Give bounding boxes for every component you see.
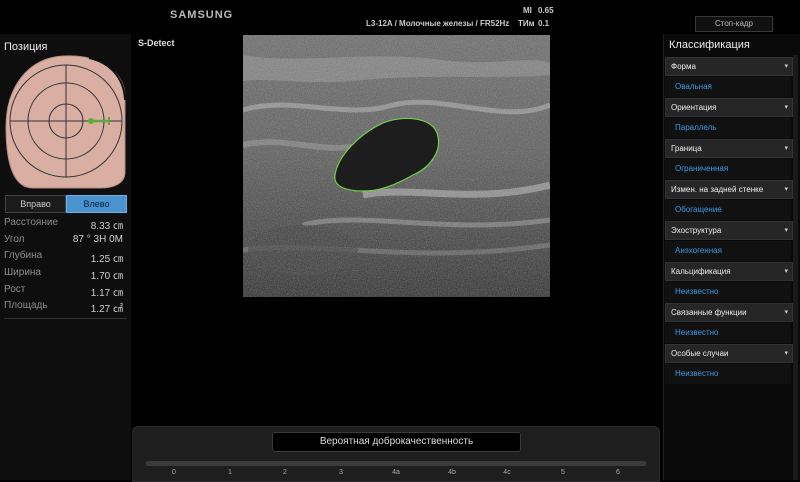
category-value: Неизвестно bbox=[665, 364, 791, 384]
mode-label: S-Detect bbox=[138, 38, 175, 48]
measurement-label: Ширина bbox=[4, 267, 41, 278]
scale-tick: 4a bbox=[392, 469, 400, 476]
category-value-text: Овальная bbox=[675, 82, 712, 91]
category-margin-dropdown[interactable]: Граница ▾ bbox=[665, 139, 793, 158]
category-calcification-dropdown[interactable]: Кальцификация ▾ bbox=[665, 262, 793, 281]
measurement-value: 1.25 ㎝ bbox=[90, 254, 123, 265]
category-value-text: Обогащение bbox=[675, 205, 722, 214]
measurement-angle: Угол 87 ° 3Н 0М bbox=[4, 234, 127, 251]
dropdown-arrow-icon: ▾ bbox=[784, 104, 788, 111]
category-associated-features-dropdown[interactable]: Связанные функции ▾ bbox=[665, 303, 793, 322]
top-bar bbox=[0, 0, 800, 34]
category-label: Эхоструктура bbox=[671, 226, 722, 235]
freeze-button[interactable]: Стоп-кадр bbox=[695, 16, 773, 32]
scale-tick: 2 bbox=[283, 469, 287, 476]
scale-tick: 5 bbox=[561, 469, 565, 476]
scale-tick: 4c bbox=[503, 469, 511, 476]
category-label: Граница bbox=[671, 144, 702, 153]
measurement-value: 8.33 ㎝ bbox=[90, 221, 123, 232]
category-value: Неизвестно bbox=[665, 282, 791, 302]
measurement-distance: Расстояние 8.33 ㎝ bbox=[4, 217, 127, 234]
measurement-value: 1.70 ㎝ bbox=[90, 271, 123, 282]
dropdown-arrow-icon: ▾ bbox=[784, 350, 788, 357]
scale-tick: 6 bbox=[616, 469, 620, 476]
category-orientation-dropdown[interactable]: Ориентация ▾ bbox=[665, 98, 793, 117]
dropdown-arrow-icon: ▾ bbox=[784, 268, 788, 275]
scale-tick: 4b bbox=[448, 469, 456, 476]
category-special-cases-dropdown[interactable]: Особые случаи ▾ bbox=[665, 344, 793, 363]
scale-tick: 1 bbox=[228, 469, 232, 476]
right-side-button[interactable]: Вправо bbox=[5, 195, 66, 213]
category-label: Кальцификация bbox=[671, 267, 731, 276]
dropdown-arrow-icon: ▾ bbox=[784, 63, 788, 70]
probe-info: L3-12A / Молочные железы / FR52Hz bbox=[366, 19, 510, 28]
scale-tick: 0 bbox=[172, 469, 176, 476]
category-label: Измен. на задней стенке bbox=[671, 185, 764, 194]
measurement-value: 1.27 ㎠ bbox=[90, 304, 123, 315]
category-shape-dropdown[interactable]: Форма ▾ bbox=[665, 57, 793, 76]
dropdown-arrow-icon: ▾ bbox=[784, 309, 788, 316]
category-value: Обогащение bbox=[665, 200, 791, 220]
scale-tick: 3 bbox=[339, 469, 343, 476]
category-echo-pattern-dropdown[interactable]: Эхоструктура ▾ bbox=[665, 221, 793, 240]
measurement-label: Площадь bbox=[4, 300, 48, 311]
divider bbox=[4, 318, 127, 319]
category-value-text: Неизвестно bbox=[675, 369, 719, 378]
classification-title: Классификация bbox=[669, 39, 750, 51]
category-value-text: Анэхогенная bbox=[675, 246, 722, 255]
category-label: Связанные функции bbox=[671, 308, 747, 317]
category-value-text: Параллель bbox=[675, 123, 717, 132]
left-side-button[interactable]: Влево bbox=[66, 195, 127, 213]
dropdown-arrow-icon: ▾ bbox=[784, 227, 788, 234]
measurement-label: Глубина bbox=[4, 250, 43, 261]
measurement-height: Рост 1.17 ㎝ bbox=[4, 284, 127, 301]
tim-label: TИм bbox=[518, 19, 535, 28]
result-label: Вероятная доброкачественность bbox=[272, 432, 521, 452]
dropdown-arrow-icon: ▾ bbox=[784, 186, 788, 193]
category-value: Неизвестно bbox=[665, 323, 791, 343]
mi-label: MI bbox=[523, 6, 532, 15]
category-value: Анэхогенная bbox=[665, 241, 791, 261]
measurement-label: Рост bbox=[4, 284, 26, 295]
category-value-text: Неизвестно bbox=[675, 287, 719, 296]
measurement-value: 1.17 ㎝ bbox=[90, 288, 123, 299]
measurement-label: Расстояние bbox=[4, 217, 59, 228]
category-value-text: Неизвестно bbox=[675, 328, 719, 337]
tim-value: 0.1 bbox=[538, 19, 550, 28]
category-value: Овальная bbox=[665, 77, 791, 97]
mi-value: 0.65 bbox=[538, 6, 554, 15]
category-value-text: Ограниченная bbox=[675, 164, 729, 173]
dropdown-arrow-icon: ▾ bbox=[784, 145, 788, 152]
category-label: Ориентация bbox=[671, 103, 717, 112]
category-value: Ограниченная bbox=[665, 159, 791, 179]
brand-logo: SAMSUNG bbox=[170, 9, 234, 21]
measurement-width: Ширина 1.70 ㎝ bbox=[4, 267, 127, 284]
measurement-depth: Глубина 1.25 ㎝ bbox=[4, 250, 127, 267]
measurement-area: Площадь 1.27 ㎠ bbox=[4, 300, 127, 317]
measurement-label: Угол bbox=[4, 234, 25, 245]
measurement-value: 87 ° 3Н 0М bbox=[72, 234, 123, 245]
ultrasound-image[interactable] bbox=[243, 35, 550, 297]
panel-scrollbar[interactable] bbox=[793, 55, 798, 480]
category-posterior-dropdown[interactable]: Измен. на задней стенке ▾ bbox=[665, 180, 793, 199]
birads-scale bbox=[146, 461, 646, 466]
category-label: Форма bbox=[671, 62, 696, 71]
category-value: Параллель bbox=[665, 118, 791, 138]
category-label: Особые случаи bbox=[671, 349, 729, 358]
breast-position-diagram-icon[interactable] bbox=[3, 52, 127, 190]
